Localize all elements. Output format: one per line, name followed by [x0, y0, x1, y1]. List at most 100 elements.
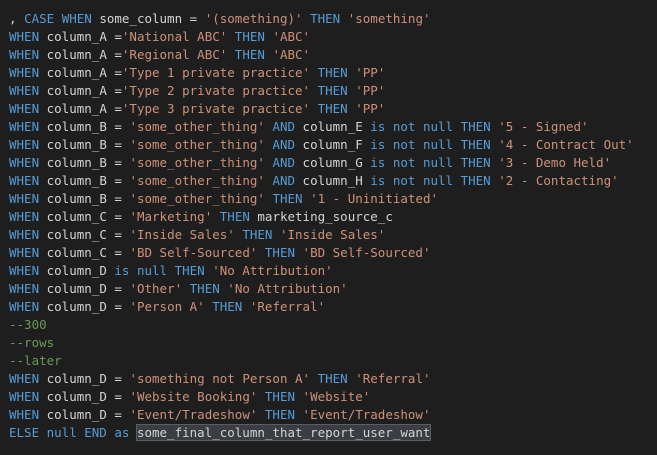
string-literal: 'Type 3 private practice' [121, 101, 311, 116]
string-literal: 'Person A' [129, 299, 205, 314]
sql-keyword: THEN [234, 47, 265, 62]
operator [310, 101, 318, 116]
string-literal: 'Other' [129, 281, 183, 296]
code-line[interactable]: , CASE WHEN some_column = '(something)' … [0, 10, 657, 28]
identifier: column_E [295, 119, 371, 134]
operator [303, 191, 311, 206]
string-literal: 'Website Booking' [129, 389, 258, 404]
sql-keyword: WHEN [9, 407, 40, 422]
code-line[interactable]: WHEN column_C = 'BD Self-Sourced' THEN '… [0, 244, 657, 262]
code-line[interactable]: WHEN column_D = 'Person A' THEN 'Referra… [0, 298, 657, 316]
code-line[interactable]: WHEN column_A ='Type 3 private practice'… [0, 100, 657, 118]
sql-keyword: THEN [317, 83, 348, 98]
sql-keyword: WHEN [9, 155, 40, 170]
identifier: column_A [39, 65, 115, 80]
code-line[interactable]: WHEN column_A ='Regional ABC' THEN 'ABC' [0, 46, 657, 64]
sql-keyword: is not null [370, 173, 454, 188]
operator [227, 47, 235, 62]
string-literal: '1 - Uninitiated' [310, 191, 439, 206]
identifier: column_D [39, 281, 115, 296]
operator [227, 29, 235, 44]
code-line[interactable]: WHEN column_A ='Type 2 private practice'… [0, 82, 657, 100]
sql-keyword: AND [272, 155, 296, 170]
identifier: column_B [39, 137, 115, 152]
string-literal: 'something' [347, 11, 431, 26]
string-literal: 'Referral' [355, 371, 431, 386]
code-line[interactable]: WHEN column_A ='National ABC' THEN 'ABC' [0, 28, 657, 46]
sql-keyword: ELSE null END as [9, 425, 130, 440]
sql-keyword: AND [272, 137, 296, 152]
identifier: column_A [39, 29, 115, 44]
sql-keyword: THEN [189, 281, 220, 296]
sql-keyword: WHEN [9, 227, 40, 242]
sql-keyword: WHEN [9, 209, 40, 224]
sql-keyword: WHEN [9, 101, 40, 116]
operator [453, 155, 461, 170]
operator [295, 389, 303, 404]
string-literal: 'Regional ABC' [121, 47, 228, 62]
operator: = [114, 191, 122, 206]
sql-keyword: THEN [460, 173, 491, 188]
code-line[interactable]: WHEN column_D = 'Website Booking' THEN '… [0, 388, 657, 406]
sql-keyword: THEN [460, 137, 491, 152]
sql-keyword: is null [114, 263, 168, 278]
code-line[interactable]: WHEN column_B = 'some_other_thing' AND c… [0, 118, 657, 136]
string-literal: 'ABC' [272, 29, 311, 44]
string-literal: 'PP' [355, 65, 386, 80]
operator: = [114, 389, 122, 404]
string-literal: 'some_other_thing' [129, 137, 265, 152]
code-line[interactable]: WHEN column_D = 'Event/Tradeshow' THEN '… [0, 406, 657, 424]
code-line[interactable]: ELSE null END as some_final_column_that_… [0, 424, 657, 442]
string-literal: 'Inside Sales' [129, 227, 235, 242]
code-line[interactable]: WHEN column_C = 'Marketing' THEN marketi… [0, 208, 657, 226]
string-literal: 'some_other_thing' [129, 155, 265, 170]
code-line[interactable]: WHEN column_D = 'something not Person A'… [0, 370, 657, 388]
code-editor[interactable]: , CASE WHEN some_column = '(something)' … [0, 0, 657, 455]
code-line[interactable]: WHEN column_B = 'some_other_thing' AND c… [0, 136, 657, 154]
code-line[interactable]: WHEN column_B = 'some_other_thing' AND c… [0, 172, 657, 190]
identifier: column_G [295, 155, 371, 170]
identifier: column_A [39, 47, 115, 62]
code-line[interactable]: WHEN column_B = 'some_other_thing' THEN … [0, 190, 657, 208]
operator [197, 11, 205, 26]
sql-keyword: is not null [370, 155, 454, 170]
code-line[interactable]: WHEN column_D = 'Other' THEN 'No Attribu… [0, 280, 657, 298]
code-line[interactable]: --later [0, 352, 657, 370]
operator [303, 11, 311, 26]
sql-keyword: THEN [242, 227, 273, 242]
string-literal: '5 - Signed' [498, 119, 589, 134]
operator: = [114, 407, 122, 422]
string-literal: 'Website' [302, 389, 371, 404]
sql-keyword: CASE WHEN [24, 11, 92, 26]
sql-keyword: THEN [310, 11, 341, 26]
string-literal: 'No Attribution' [227, 281, 348, 296]
operator: = [114, 65, 122, 80]
comment: --later [9, 353, 62, 368]
operator [310, 65, 318, 80]
operator [212, 209, 220, 224]
sql-keyword: THEN [174, 263, 205, 278]
string-literal: 'Inside Sales' [279, 227, 386, 242]
code-line[interactable]: WHEN column_D is null THEN 'No Attributi… [0, 262, 657, 280]
code-line[interactable]: WHEN column_A ='Type 1 private practice'… [0, 64, 657, 82]
string-literal: 'Type 2 private practice' [121, 83, 311, 98]
operator: = [114, 83, 122, 98]
code-line[interactable]: WHEN column_B = 'some_other_thing' AND c… [0, 154, 657, 172]
operator [453, 173, 461, 188]
operator [167, 263, 175, 278]
code-line[interactable]: --300 [0, 316, 657, 334]
string-literal: '2 - Contacting' [498, 173, 619, 188]
string-literal: '3 - Demo Held' [498, 155, 612, 170]
sql-keyword: is not null [370, 119, 454, 134]
sql-keyword: AND [272, 119, 296, 134]
code-line[interactable]: WHEN column_C = 'Inside Sales' THEN 'Ins… [0, 226, 657, 244]
sql-keyword: THEN [317, 65, 348, 80]
operator: = [114, 245, 122, 260]
sql-keyword: THEN [460, 119, 491, 134]
string-literal: 'some_other_thing' [129, 119, 265, 134]
operator: = [114, 227, 122, 242]
code-line[interactable]: --rows [0, 334, 657, 352]
sql-keyword: WHEN [9, 245, 40, 260]
operator [129, 425, 137, 440]
string-literal: 'ABC' [272, 47, 311, 62]
